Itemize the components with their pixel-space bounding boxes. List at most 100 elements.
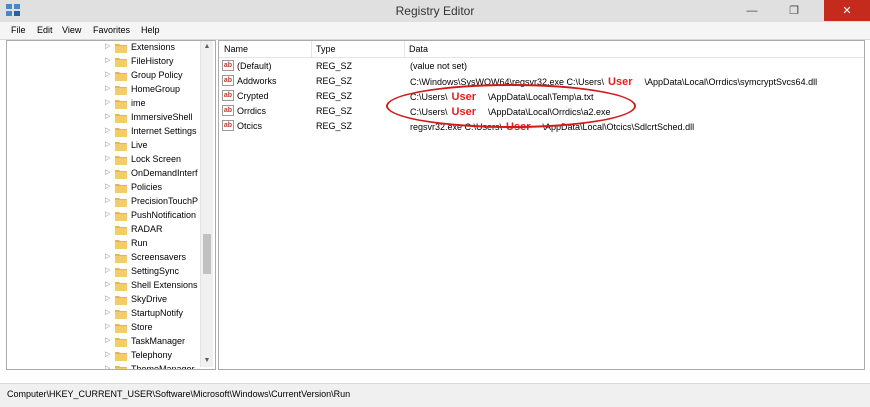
menu-favorites[interactable]: Favorites (93, 25, 130, 35)
tree-item[interactable]: ▷ PrecisionTouchP (7, 195, 201, 209)
expander-icon[interactable]: ▷ (105, 280, 111, 290)
expander-icon[interactable]: ▷ (105, 336, 111, 346)
expander-icon[interactable]: ▷ (105, 252, 111, 262)
expander-icon[interactable]: ▷ (105, 42, 111, 52)
key-tree[interactable]: ▷ Extensions ▷ FileHistory ▷ Group Policy ▷ Hom… (6, 40, 216, 370)
tree-item[interactable]: ▷ Telephony (7, 349, 201, 363)
tree-item-label: Store (131, 322, 153, 332)
tree-item[interactable]: ▷ FileHistory (7, 55, 201, 69)
tree-item[interactable]: ▷ Internet Settings (7, 125, 201, 139)
value-row[interactable]: ab Otcics REG_SZ regsvr32.exe C:\Users\ User… (219, 119, 864, 134)
value-data: C:\Windows\SysWOW64\regsvr32.exe C:\User… (410, 76, 817, 88)
column-header-name[interactable]: Name (219, 41, 312, 58)
expander-icon[interactable]: ▷ (105, 112, 111, 122)
value-data-suffix: \AppData\Local\Temp\a.txt (487, 92, 594, 102)
expander-icon[interactable]: ▷ (105, 308, 111, 318)
folder-icon (115, 85, 127, 95)
tree-item[interactable]: ▷ ime (7, 97, 201, 111)
value-row[interactable]: ab Orrdics REG_SZ C:\Users\ User \AppData\Loc… (219, 104, 864, 119)
value-data-suffix: \AppData\Local\Orrdics\symcryptSvcs64.dl… (644, 77, 818, 87)
value-row[interactable]: ab (Default) REG_SZ (value not set) (219, 59, 864, 74)
tree-item[interactable]: ▷ Live (7, 139, 201, 153)
value-type: REG_SZ (316, 121, 353, 131)
expander-icon[interactable]: ▷ (105, 154, 111, 164)
redacted-user-label: User (506, 121, 531, 133)
tree-item[interactable]: ▷ SettingSync (7, 265, 201, 279)
folder-icon (115, 127, 127, 137)
tree-item-label: Extensions (131, 42, 176, 52)
redacted-user-label: User (451, 106, 476, 118)
tree-item[interactable]: ▷ Lock Screen (7, 153, 201, 167)
tree-item[interactable]: ▷ Store (7, 321, 201, 335)
tree-item[interactable]: ▷ ImmersiveShell (7, 111, 201, 125)
expander-icon[interactable]: ▷ (105, 56, 111, 66)
scroll-up-icon[interactable]: ▲ (201, 41, 213, 53)
folder-icon (115, 351, 127, 361)
value-name: Otcics (237, 121, 263, 131)
expander-icon[interactable]: ▷ (105, 196, 111, 206)
value-data-suffix: \AppData\Local\Otcics\SdlcrtSched.dll (542, 122, 695, 132)
tree-item-label: SkyDrive (131, 294, 168, 304)
tree-item[interactable]: ▷ Extensions (7, 41, 201, 55)
folder-icon (115, 365, 127, 369)
tree-item-label: Run (131, 238, 148, 248)
tree-item-label: PushNotification (131, 210, 197, 220)
restore-button[interactable]: ❐ (780, 0, 808, 21)
value-row[interactable]: ab Crypted REG_SZ C:\Users\ User \AppData\Loc… (219, 89, 864, 104)
tree-item[interactable]: ▷ HomeGroup (7, 83, 201, 97)
folder-icon (115, 99, 127, 109)
column-header-data[interactable]: Data (404, 41, 864, 58)
tree-item[interactable]: ▷ PushNotification (7, 209, 201, 223)
value-data: (value not set) (410, 61, 467, 71)
tree-scrollbar[interactable]: ▲ ▼ (200, 41, 213, 367)
expander-icon[interactable]: ▷ (105, 182, 111, 192)
value-name: Crypted (237, 91, 269, 101)
tree-item[interactable]: Run (7, 237, 201, 251)
tree-item[interactable]: ▷ TaskManager (7, 335, 201, 349)
expander-icon[interactable]: ▷ (105, 266, 111, 276)
tree-item-label: Live (131, 140, 148, 150)
close-button[interactable]: ✕ (824, 0, 870, 21)
scroll-down-icon[interactable]: ▼ (201, 355, 213, 367)
tree-item[interactable]: ▷ Shell Extensions (7, 279, 201, 293)
tree-item[interactable]: ▷ OnDemandInterf (7, 167, 201, 181)
expander-icon[interactable]: ▷ (105, 98, 111, 108)
expander-icon[interactable]: ▷ (105, 294, 111, 304)
menu-help[interactable]: Help (141, 25, 160, 35)
string-value-icon: ab (222, 105, 234, 116)
folder-icon (115, 113, 127, 123)
tree-item[interactable]: ▷ StartupNotify (7, 307, 201, 321)
value-data: C:\Users\ User \AppData\Local\Temp\a.txt (410, 91, 594, 103)
folder-icon (115, 225, 127, 235)
expander-icon[interactable]: ▷ (105, 364, 111, 369)
expander-icon[interactable]: ▷ (105, 210, 111, 220)
tree-item-label: ThemeManager (131, 364, 195, 370)
value-row[interactable]: ab Addworks REG_SZ C:\Windows\SysWOW64\regs… (219, 74, 864, 89)
expander-icon[interactable]: ▷ (105, 322, 111, 332)
tree-item[interactable]: ▷ ThemeManager (7, 363, 201, 370)
tree-item-label: ImmersiveShell (131, 112, 193, 122)
menu-bar: File Edit View Favorites Help (0, 22, 870, 40)
expander-icon[interactable]: ▷ (105, 140, 111, 150)
minimize-button[interactable]: — (738, 0, 766, 21)
column-header-type[interactable]: Type (311, 41, 405, 58)
menu-edit[interactable]: Edit (37, 25, 53, 35)
folder-icon (115, 239, 127, 249)
folder-icon (115, 183, 127, 193)
values-list[interactable]: Name Type Data ab (Default) REG_SZ (value n… (218, 40, 865, 370)
scroll-thumb[interactable] (203, 234, 211, 274)
expander-icon[interactable]: ▷ (105, 70, 111, 80)
tree-item[interactable]: ▷ Group Policy (7, 69, 201, 83)
redacted-user-label: User (608, 76, 633, 88)
menu-view[interactable]: View (62, 25, 81, 35)
menu-file[interactable]: File (11, 25, 26, 35)
expander-icon[interactable]: ▷ (105, 168, 111, 178)
tree-item[interactable]: ▷ Screensavers (7, 251, 201, 265)
string-value-icon: ab (222, 120, 234, 131)
expander-icon[interactable]: ▷ (105, 126, 111, 136)
expander-icon[interactable]: ▷ (105, 84, 111, 94)
expander-icon[interactable]: ▷ (105, 350, 111, 360)
tree-item[interactable]: ▷ Policies (7, 181, 201, 195)
tree-item[interactable]: ▷ SkyDrive (7, 293, 201, 307)
tree-item[interactable]: RADAR (7, 223, 201, 237)
